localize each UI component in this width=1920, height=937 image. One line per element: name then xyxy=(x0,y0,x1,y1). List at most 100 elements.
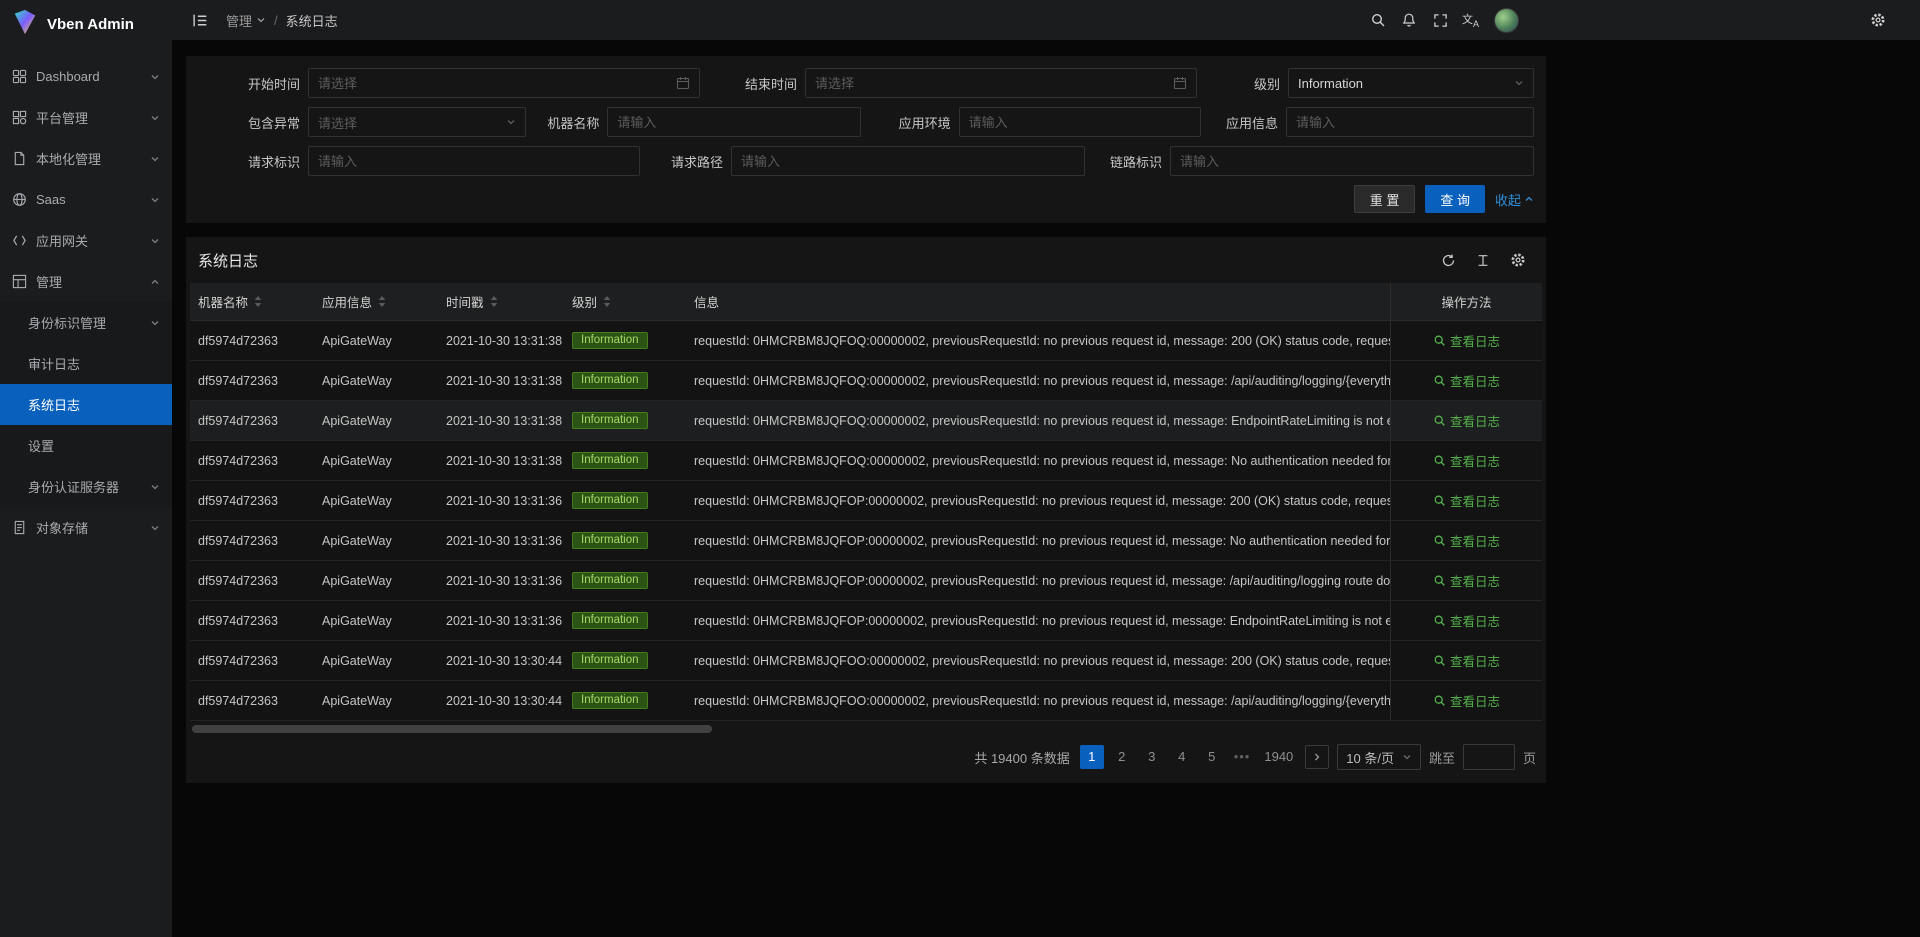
app-env-input-field[interactable] xyxy=(969,115,1191,130)
view-log-link[interactable]: 查看日志 xyxy=(1433,691,1500,710)
request-path-input[interactable] xyxy=(731,146,1085,176)
sort-icon[interactable] xyxy=(254,295,262,308)
end-time-picker[interactable] xyxy=(805,68,1197,98)
view-log-link[interactable]: 查看日志 xyxy=(1433,571,1500,590)
start-time-picker-field[interactable] xyxy=(318,76,670,91)
sort-icon[interactable] xyxy=(378,295,386,308)
request-id-input-field[interactable] xyxy=(318,154,630,169)
user-avatar[interactable] xyxy=(1494,8,1519,33)
view-log-label: 查看日志 xyxy=(1450,611,1500,630)
table-row[interactable]: df5974d72363ApiGateWay2021-10-30 13:31:3… xyxy=(190,321,1542,361)
level-select[interactable]: Information xyxy=(1288,68,1534,98)
refresh-icon[interactable] xyxy=(1441,253,1456,268)
table-row[interactable]: df5974d72363ApiGateWay2021-10-30 13:31:3… xyxy=(190,401,1542,441)
chevron-down-icon xyxy=(256,13,266,28)
page-size-select[interactable]: 10 条/页 xyxy=(1337,744,1421,770)
sidebar-item-audit-log[interactable]: 审计日志 xyxy=(0,343,172,384)
app-env-input[interactable] xyxy=(959,107,1201,137)
language-icon[interactable]: 文A xyxy=(1457,6,1485,34)
sort-icon[interactable] xyxy=(490,295,498,308)
view-log-link[interactable]: 查看日志 xyxy=(1433,651,1500,670)
machine-name-input-field[interactable] xyxy=(617,115,851,130)
table-row[interactable]: df5974d72363ApiGateWay2021-10-30 13:31:3… xyxy=(190,481,1542,521)
column-header-6: 操作方法 xyxy=(1390,283,1542,320)
column-header-2[interactable]: 应用信息 xyxy=(314,283,438,320)
jump-page-input[interactable] xyxy=(1463,744,1515,770)
column-header-3[interactable]: 时间戳 xyxy=(438,283,564,320)
request-id-input[interactable] xyxy=(308,146,640,176)
machine-name-input[interactable] xyxy=(607,107,861,137)
next-page-button[interactable] xyxy=(1305,745,1329,769)
sidebar-item-dashboard[interactable]: Dashboard xyxy=(0,56,172,97)
table-row[interactable]: df5974d72363ApiGateWay2021-10-30 13:31:3… xyxy=(190,601,1542,641)
page-button-3[interactable]: 3 xyxy=(1140,745,1164,769)
magnifier-icon xyxy=(1433,454,1446,467)
sidebar-item-localization[interactable]: 本地化管理 xyxy=(0,138,172,179)
page-button-1[interactable]: 1 xyxy=(1080,745,1104,769)
sidebar-item-system-log[interactable]: 系统日志 xyxy=(0,384,172,425)
search-icon[interactable] xyxy=(1364,6,1392,34)
request-path-input-field[interactable] xyxy=(741,154,1075,169)
page-button-4[interactable]: 4 xyxy=(1170,745,1194,769)
table-row[interactable]: df5974d72363ApiGateWay2021-10-30 13:31:3… xyxy=(190,521,1542,561)
filter-label-start-time: 开始时间 xyxy=(198,74,308,93)
page-button-2[interactable]: 2 xyxy=(1110,745,1134,769)
view-log-link[interactable]: 查看日志 xyxy=(1433,411,1500,430)
breadcrumb-item-admin[interactable]: 管理 xyxy=(226,11,266,30)
app-info-input[interactable] xyxy=(1286,107,1534,137)
chevron-up-icon xyxy=(150,277,160,287)
sidebar-item-platform[interactable]: 平台管理 xyxy=(0,97,172,138)
sidebar-item-saas[interactable]: Saas xyxy=(0,179,172,220)
view-log-link[interactable]: 查看日志 xyxy=(1433,491,1500,510)
view-log-link[interactable]: 查看日志 xyxy=(1433,331,1500,350)
column-header-1[interactable]: 机器名称 xyxy=(190,283,314,320)
table-row[interactable]: df5974d72363ApiGateWay2021-10-30 13:30:4… xyxy=(190,641,1542,681)
sidebar-item-gateway[interactable]: 应用网关 xyxy=(0,220,172,261)
table-row[interactable]: df5974d72363ApiGateWay2021-10-30 13:31:3… xyxy=(190,441,1542,481)
view-log-link[interactable]: 查看日志 xyxy=(1433,451,1500,470)
start-time-picker[interactable] xyxy=(308,68,700,98)
sidebar-item-label: Saas xyxy=(36,192,66,207)
page-button-5[interactable]: 5 xyxy=(1200,745,1224,769)
cell-level: Information xyxy=(564,521,686,560)
row-height-icon[interactable] xyxy=(1476,253,1490,268)
sort-icon[interactable] xyxy=(603,295,611,308)
search-button[interactable]: 查 询 xyxy=(1425,185,1485,213)
table-row[interactable]: df5974d72363ApiGateWay2021-10-30 13:30:4… xyxy=(190,681,1542,721)
app-info-input-field[interactable] xyxy=(1296,115,1524,130)
sidebar-item-object-storage[interactable]: 对象存储 xyxy=(0,507,172,548)
cell-level: Information xyxy=(564,361,686,400)
view-log-link[interactable]: 查看日志 xyxy=(1433,611,1500,630)
logo[interactable]: Vben Admin xyxy=(0,0,172,48)
filter-field-request-path: 请求路径 xyxy=(643,146,1085,176)
filter-label-machine-name: 机器名称 xyxy=(529,113,607,132)
sidebar-collapse-icon[interactable] xyxy=(186,6,214,34)
settings-gear-icon[interactable] xyxy=(1864,6,1892,34)
fullscreen-icon[interactable] xyxy=(1426,6,1454,34)
sidebar-item-settings[interactable]: 设置 xyxy=(0,425,172,466)
cell-timestamp: 2021-10-30 13:31:38 xyxy=(438,401,564,440)
page-button-1940[interactable]: 1940 xyxy=(1260,745,1297,769)
filter-field-request-id: 请求标识 xyxy=(198,146,640,176)
end-time-picker-field[interactable] xyxy=(815,76,1167,91)
include-exception-select[interactable]: 请选择 xyxy=(308,107,526,137)
trace-id-input-field[interactable] xyxy=(1180,154,1524,169)
sidebar-item-auth-server[interactable]: 身份认证服务器 xyxy=(0,466,172,507)
collapse-toggle[interactable]: 收起 xyxy=(1495,190,1534,209)
trace-id-input[interactable] xyxy=(1170,146,1534,176)
table-row[interactable]: df5974d72363ApiGateWay2021-10-30 13:31:3… xyxy=(190,561,1542,601)
table-row[interactable]: df5974d72363ApiGateWay2021-10-30 13:31:3… xyxy=(190,361,1542,401)
sidebar-item-identity[interactable]: 身份标识管理 xyxy=(0,302,172,343)
reset-button[interactable]: 重 置 xyxy=(1354,185,1416,213)
column-header-4[interactable]: 级别 xyxy=(564,283,686,320)
cell-machine-name: df5974d72363 xyxy=(190,361,314,400)
breadcrumb-label: 管理 xyxy=(226,11,252,30)
column-settings-icon[interactable] xyxy=(1510,252,1526,268)
view-log-link[interactable]: 查看日志 xyxy=(1433,531,1500,550)
sidebar-item-admin[interactable]: 管理 xyxy=(0,261,172,302)
sidebar-item-label: 身份标识管理 xyxy=(28,313,106,332)
chevron-down-icon xyxy=(150,113,160,123)
notification-bell-icon[interactable] xyxy=(1395,6,1423,34)
scrollbar-thumb[interactable] xyxy=(192,725,712,733)
view-log-link[interactable]: 查看日志 xyxy=(1433,371,1500,390)
